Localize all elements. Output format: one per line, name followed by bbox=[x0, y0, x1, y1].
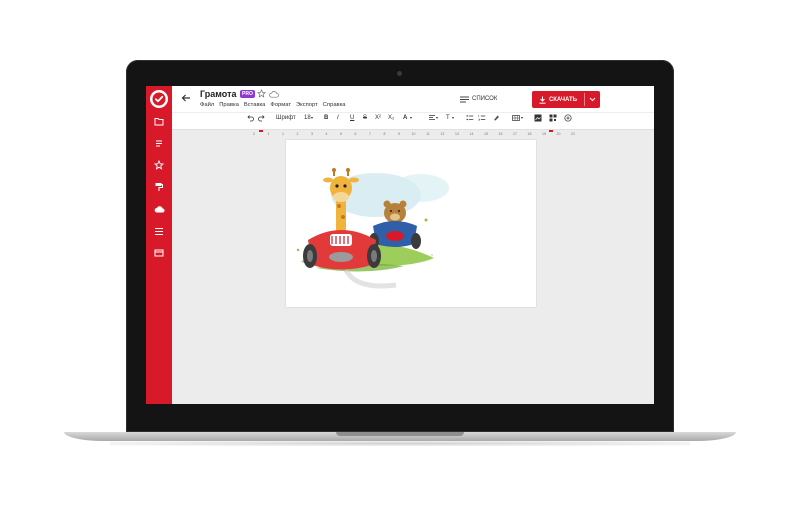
ruler-tick-label: 8 bbox=[384, 132, 386, 136]
font-size-select[interactable]: 18 bbox=[304, 114, 311, 122]
ruler-tick-label: 3 bbox=[311, 132, 313, 136]
download-button[interactable]: СКАЧАТЬ bbox=[532, 91, 600, 108]
ruler-tick-label: 2 bbox=[253, 132, 255, 136]
paint-roller-icon[interactable] bbox=[152, 180, 166, 194]
align-caret-icon[interactable]: ▾ bbox=[436, 114, 438, 122]
ruler-tick-label: 16 bbox=[499, 132, 503, 136]
underline-button[interactable]: U bbox=[350, 114, 354, 122]
download-label: СКАЧАТЬ bbox=[548, 96, 578, 103]
menu-bar: Файл Правка Вставка Формат Экспорт Справ… bbox=[200, 102, 346, 108]
ruler-tick-label: 7 bbox=[369, 132, 371, 136]
app-screen: Грамота PRO Файл Правка Вставка Формат Э… bbox=[146, 86, 654, 404]
superscript-button[interactable]: X² bbox=[375, 114, 381, 122]
cloud-sync-icon bbox=[269, 91, 279, 98]
ruler-tick-label: 10 bbox=[412, 132, 416, 136]
menu-export[interactable]: Экспорт bbox=[296, 102, 318, 108]
checkmark-badge-icon bbox=[152, 92, 166, 106]
subscript-button[interactable]: X₂ bbox=[388, 114, 394, 122]
cloud-icon[interactable] bbox=[152, 202, 166, 216]
menu-help[interactable]: Справка bbox=[323, 102, 346, 108]
ruler-tick-label: 12 bbox=[441, 132, 445, 136]
menu-insert[interactable]: Вставка bbox=[244, 102, 266, 108]
menu-edit[interactable]: Правка bbox=[219, 102, 239, 108]
redo-icon[interactable] bbox=[258, 114, 266, 122]
add-circle-icon[interactable] bbox=[564, 114, 572, 122]
italic-button[interactable]: I bbox=[337, 114, 339, 122]
ruler-tick-label: 6 bbox=[355, 132, 357, 136]
ruler-tick-label: 1 bbox=[268, 132, 270, 136]
sidebar bbox=[146, 86, 172, 404]
webcam bbox=[397, 71, 402, 76]
laptop-base-notch bbox=[336, 432, 464, 436]
ruler-tick-label: 21 bbox=[571, 132, 575, 136]
giraffe-bear-race-illustration[interactable] bbox=[286, 140, 536, 307]
menu-file[interactable]: Файл bbox=[200, 102, 214, 108]
bullet-list-icon[interactable] bbox=[466, 114, 474, 122]
strikethrough-button[interactable]: S bbox=[363, 114, 367, 122]
bold-button[interactable]: B bbox=[324, 114, 328, 122]
font-size-caret-icon[interactable]: ▾ bbox=[311, 114, 313, 122]
app-header: Грамота PRO Файл Правка Вставка Формат Э… bbox=[172, 86, 654, 112]
ruler-right-marker[interactable] bbox=[549, 130, 553, 132]
ruler-tick-label: 14 bbox=[470, 132, 474, 136]
align-icon[interactable] bbox=[428, 114, 436, 122]
clear-format-icon[interactable] bbox=[492, 114, 500, 122]
ruler-tick-label: 15 bbox=[484, 132, 488, 136]
ruler-tick-label: 1 bbox=[282, 132, 284, 136]
font-family-select[interactable]: Шрифт bbox=[276, 114, 296, 122]
card-icon[interactable] bbox=[152, 246, 166, 260]
download-icon bbox=[539, 96, 546, 104]
list-button-label: СПИСОК bbox=[472, 96, 498, 102]
table-icon[interactable] bbox=[512, 114, 520, 122]
text-style-caret-icon[interactable]: ▾ bbox=[452, 114, 454, 122]
document-title[interactable]: Грамота bbox=[200, 89, 237, 99]
table-caret-icon[interactable]: ▾ bbox=[521, 114, 523, 122]
image-icon[interactable] bbox=[534, 114, 542, 122]
text-color-caret-icon[interactable]: ▾ bbox=[410, 114, 412, 122]
ruler-left-marker[interactable] bbox=[259, 130, 263, 132]
ruler-tick-label: 13 bbox=[455, 132, 459, 136]
menu-format[interactable]: Формат bbox=[270, 102, 291, 108]
laptop-shadow bbox=[110, 441, 690, 446]
favorite-star-icon[interactable] bbox=[257, 89, 266, 98]
document-icon[interactable] bbox=[152, 136, 166, 150]
back-arrow-icon[interactable] bbox=[180, 92, 192, 104]
ruler-scale: 2 1 1 2 3 4 5 6 7 8 9 10 11 12 13 14 15 16 17 18 19 20 21 bbox=[253, 130, 575, 136]
list-lines-icon bbox=[460, 96, 469, 102]
ruler-tick-label: 5 bbox=[340, 132, 342, 136]
ruler-tick-label: 18 bbox=[528, 132, 532, 136]
ruler-tick-label: 17 bbox=[513, 132, 517, 136]
download-options-button[interactable] bbox=[585, 91, 600, 108]
chevron-down-icon bbox=[589, 97, 596, 102]
folder-icon[interactable] bbox=[152, 114, 166, 128]
star-icon[interactable] bbox=[152, 158, 166, 172]
undo-icon[interactable] bbox=[246, 114, 254, 122]
pro-badge: PRO bbox=[240, 90, 255, 98]
app-logo[interactable] bbox=[150, 90, 168, 108]
ruler: 2 1 1 2 3 4 5 6 7 8 9 10 11 12 13 14 15 16 17 18 19 20 21 bbox=[172, 123, 654, 136]
ruler-tick-label: 2 bbox=[297, 132, 299, 136]
ruler-tick-label: 19 bbox=[542, 132, 546, 136]
format-toolbar: Шрифт 18 ▾ B I U S X² X₂ A ▾ ▾ T ▾ ▾ bbox=[172, 112, 654, 123]
ruler-tick-label: 9 bbox=[398, 132, 400, 136]
qr-code-icon[interactable] bbox=[549, 114, 557, 122]
ruler-tick-label: 20 bbox=[557, 132, 561, 136]
document-page[interactable] bbox=[286, 140, 536, 307]
ruler-tick-label: 4 bbox=[326, 132, 328, 136]
list-button[interactable]: СПИСОК bbox=[460, 93, 497, 105]
numbered-list-icon[interactable] bbox=[478, 114, 486, 122]
download-main-button[interactable]: СКАЧАТЬ bbox=[532, 91, 584, 108]
text-style-button[interactable]: T bbox=[446, 114, 450, 122]
list-icon[interactable] bbox=[152, 224, 166, 238]
text-color-button[interactable]: A bbox=[403, 114, 407, 122]
ruler-tick-label: 11 bbox=[426, 132, 430, 136]
